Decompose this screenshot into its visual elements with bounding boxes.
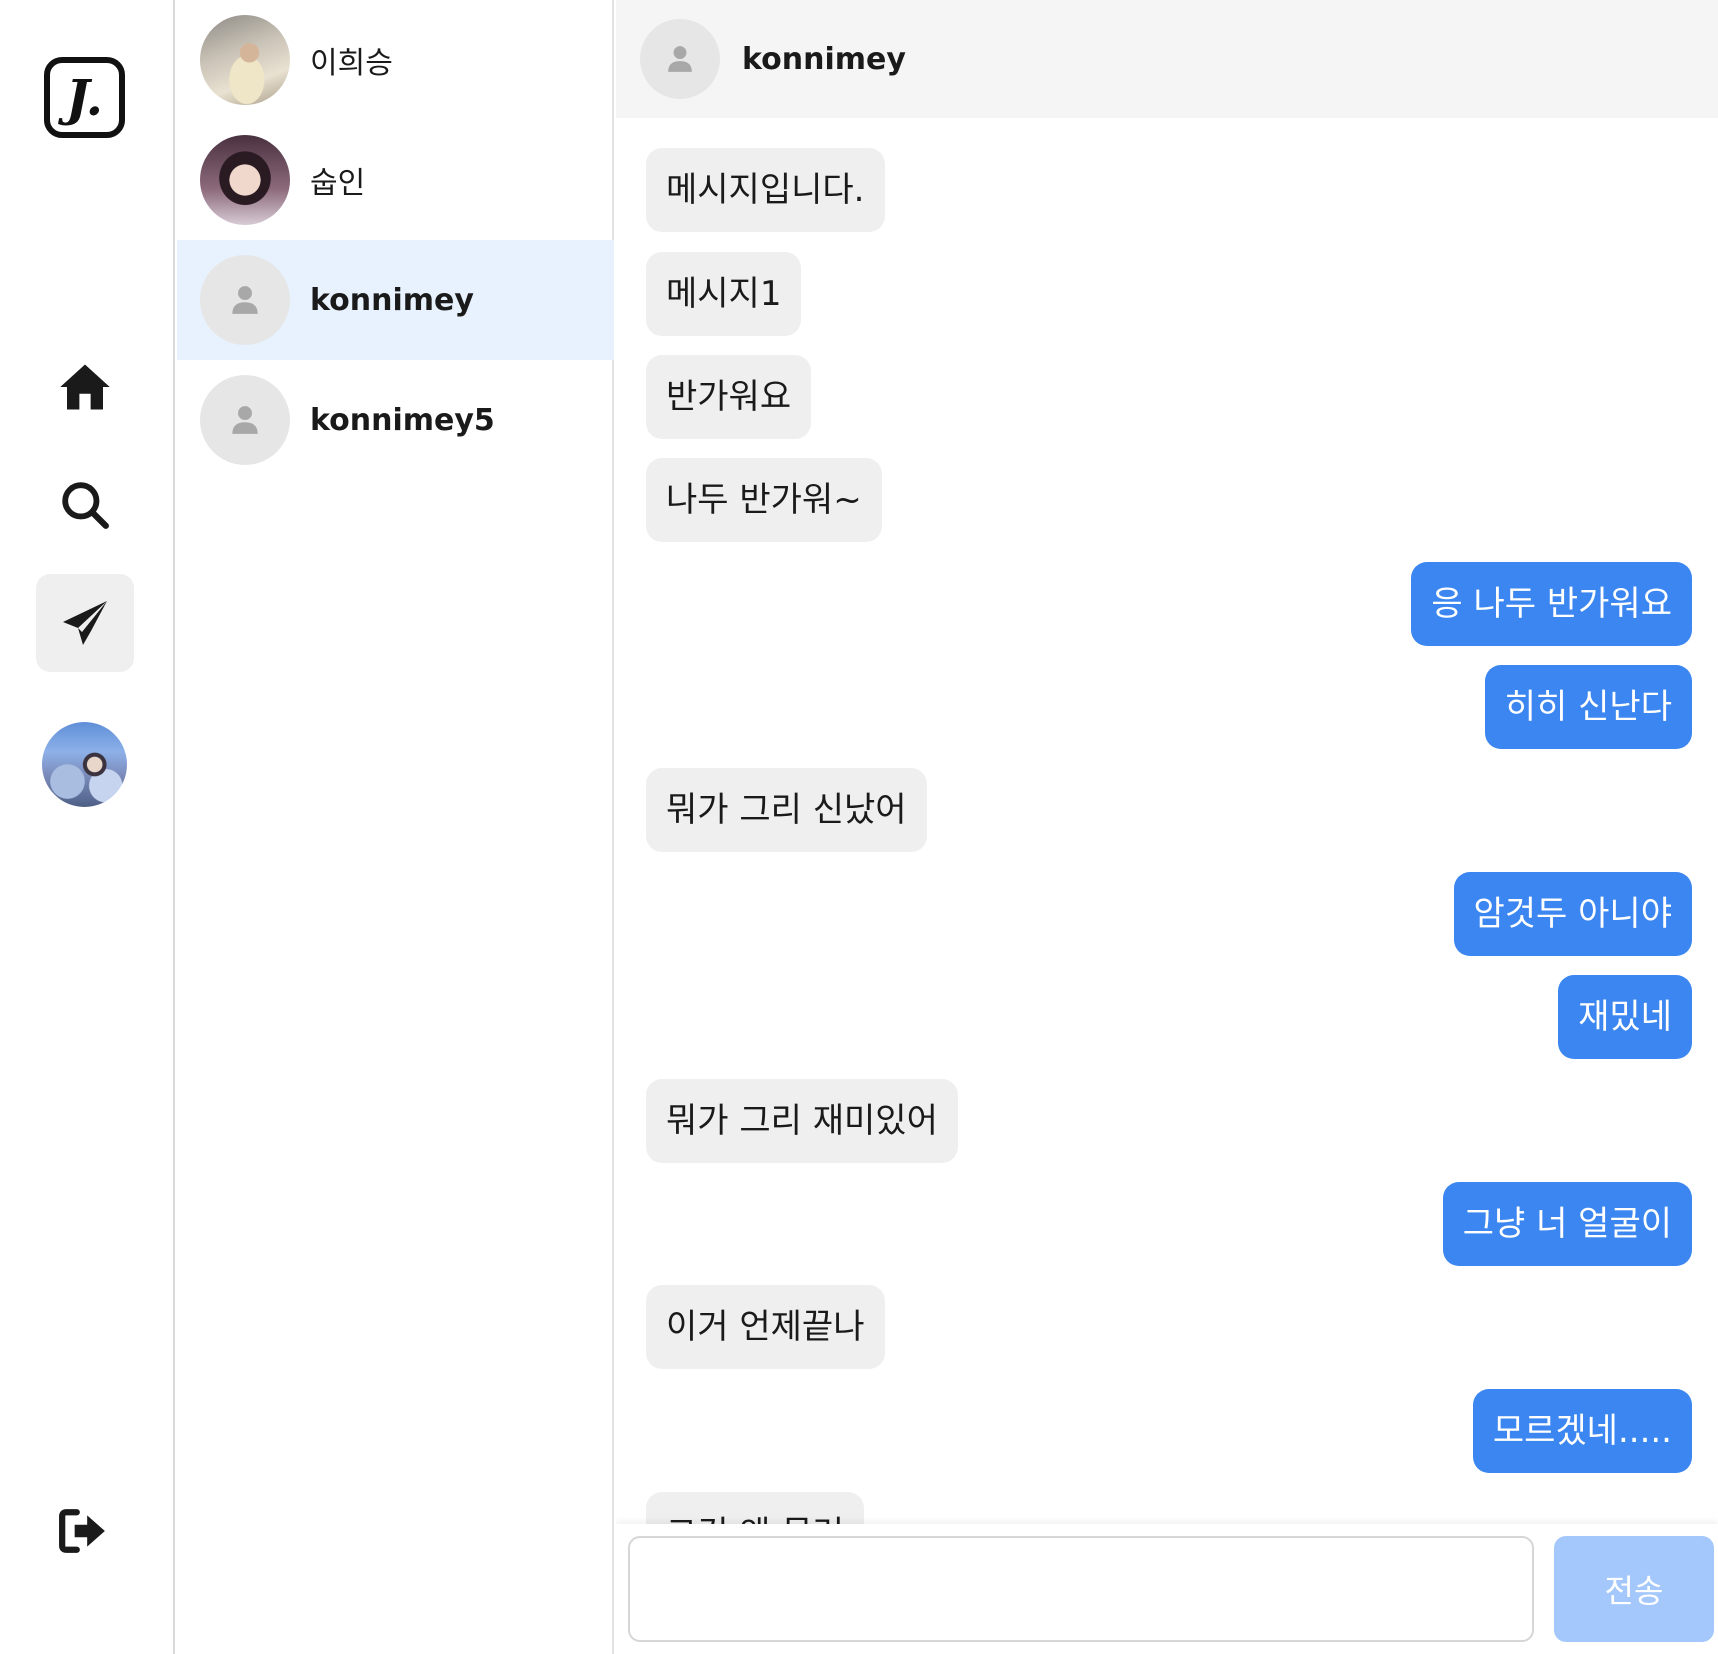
conversation-item[interactable]: konnimey5 <box>177 360 614 480</box>
message-bubble-outgoing: 모르겠네..... <box>1472 1389 1692 1473</box>
message-bubble-outgoing: 응 나두 반가워요 <box>1411 562 1692 646</box>
message-bubble-incoming: 메시지1 <box>646 252 802 336</box>
nav-rail: J. <box>0 0 175 1654</box>
logout-icon <box>59 1509 105 1553</box>
message-bubble-outgoing: 재밌네 <box>1558 975 1692 1059</box>
paper-plane-icon <box>63 601 107 645</box>
logout-button[interactable] <box>58 1508 108 1558</box>
search-icon <box>62 482 109 529</box>
message-bubble-incoming: 반가워요 <box>646 355 812 439</box>
conversation-name: konnimey <box>310 282 474 318</box>
message-bubble-outgoing: 암것두 아니야 <box>1453 872 1692 956</box>
avatar <box>200 135 290 225</box>
home-icon <box>60 364 110 410</box>
chat-header: konnimey <box>616 0 1718 118</box>
avatar <box>200 15 290 105</box>
send-button[interactable]: 전송 <box>1554 1536 1714 1642</box>
chat-title: konnimey <box>742 41 906 77</box>
conversation-name: 이희승 <box>310 46 393 81</box>
default-user-icon <box>200 255 290 345</box>
nav-messages-button[interactable] <box>36 574 134 672</box>
message-composer: 전송 <box>616 1524 1718 1654</box>
nav-search-button[interactable] <box>36 456 134 554</box>
conversation-name: konnimey5 <box>310 402 495 438</box>
conversation-item-selected[interactable]: konnimey <box>177 240 614 360</box>
message-bubble-incoming: 이거 언제끝나 <box>646 1285 885 1369</box>
conversation-item[interactable]: 이희승 <box>177 0 614 120</box>
message-bubble-outgoing: 그냥 너 얼굴이 <box>1442 1182 1692 1266</box>
nav-home-button[interactable] <box>36 338 134 436</box>
default-user-icon <box>200 375 290 465</box>
logo-text: J. <box>65 67 104 127</box>
default-user-icon <box>640 19 720 99</box>
conversation-list: 이희승 숩인 konnimey konnimey5 <box>177 0 614 1654</box>
message-bubble-incoming: 뭐가 그리 재미있어 <box>646 1079 958 1163</box>
message-bubble-outgoing: 히히 신난다 <box>1484 665 1692 749</box>
conversation-name: 숩인 <box>310 166 366 201</box>
message-bubble-incoming: 메시지입니다. <box>646 148 885 232</box>
conversation-item[interactable]: 숩인 <box>177 120 614 240</box>
message-bubble-incoming: 뭐가 그리 신났어 <box>646 768 927 852</box>
profile-avatar[interactable] <box>42 722 127 807</box>
message-input[interactable] <box>628 1536 1534 1642</box>
chat-panel: konnimey 메시지입니다. 메시지1 반가워요 나두 반가워~ 응 나두 … <box>616 0 1718 1654</box>
message-bubble-incoming: 나두 반가워~ <box>646 458 882 542</box>
app-logo[interactable]: J. <box>44 57 125 138</box>
